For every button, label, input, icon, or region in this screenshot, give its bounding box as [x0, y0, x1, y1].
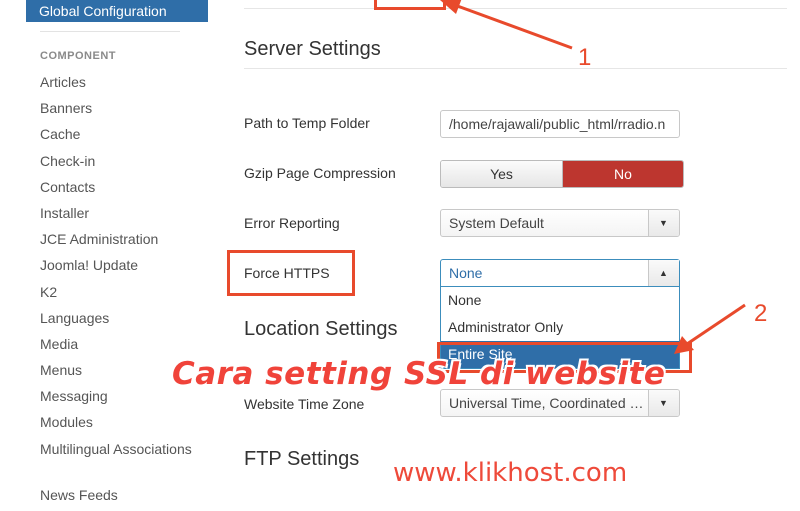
- arrow-2-icon: [674, 303, 746, 354]
- watermark: www.klikhost.com: [393, 458, 628, 488]
- annotation-number-2: 2: [754, 300, 768, 327]
- arrow-1-icon: [440, 0, 573, 50]
- annotation-arrows: [440, 0, 746, 354]
- annotation-number-1: 1: [578, 44, 592, 71]
- overlay-title: Cara setting SSL di website: [172, 356, 666, 392]
